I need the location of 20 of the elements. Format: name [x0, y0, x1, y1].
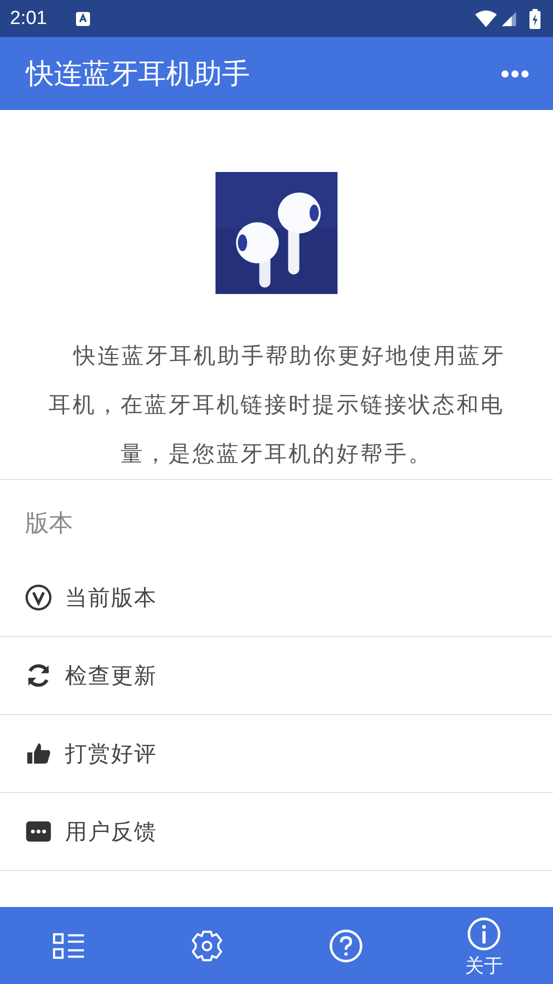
list-item[interactable]: 用户反馈: [0, 793, 553, 871]
battery-icon: [529, 8, 541, 28]
app-title: 快连蓝牙耳机助手: [26, 56, 251, 92]
list-item[interactable]: 打赏好评: [0, 715, 553, 793]
refresh-icon: [25, 662, 52, 689]
nav-tab[interactable]: 关于: [414, 907, 553, 984]
section-title: 版本: [24, 508, 74, 539]
more-icon: [501, 70, 529, 78]
version-icon: [25, 584, 52, 611]
list-item[interactable]: 检查更新: [0, 637, 553, 715]
settings-icon: [190, 928, 224, 962]
app-description: 快连蓝牙耳机助手帮助你更好地使用蓝牙耳机，在蓝牙耳机链接时提示链接状态和电量，是您蓝牙耳机的好帮手。: [48, 343, 506, 469]
signal-icon: [501, 10, 517, 26]
wifi-icon: [475, 10, 497, 28]
help-icon: [328, 928, 363, 962]
info-icon: [466, 917, 501, 951]
list-icon: [53, 932, 86, 960]
status-time: 2:01: [10, 8, 47, 30]
notification-icon: [74, 10, 91, 26]
list-item[interactable]: 当前版本: [0, 559, 553, 637]
